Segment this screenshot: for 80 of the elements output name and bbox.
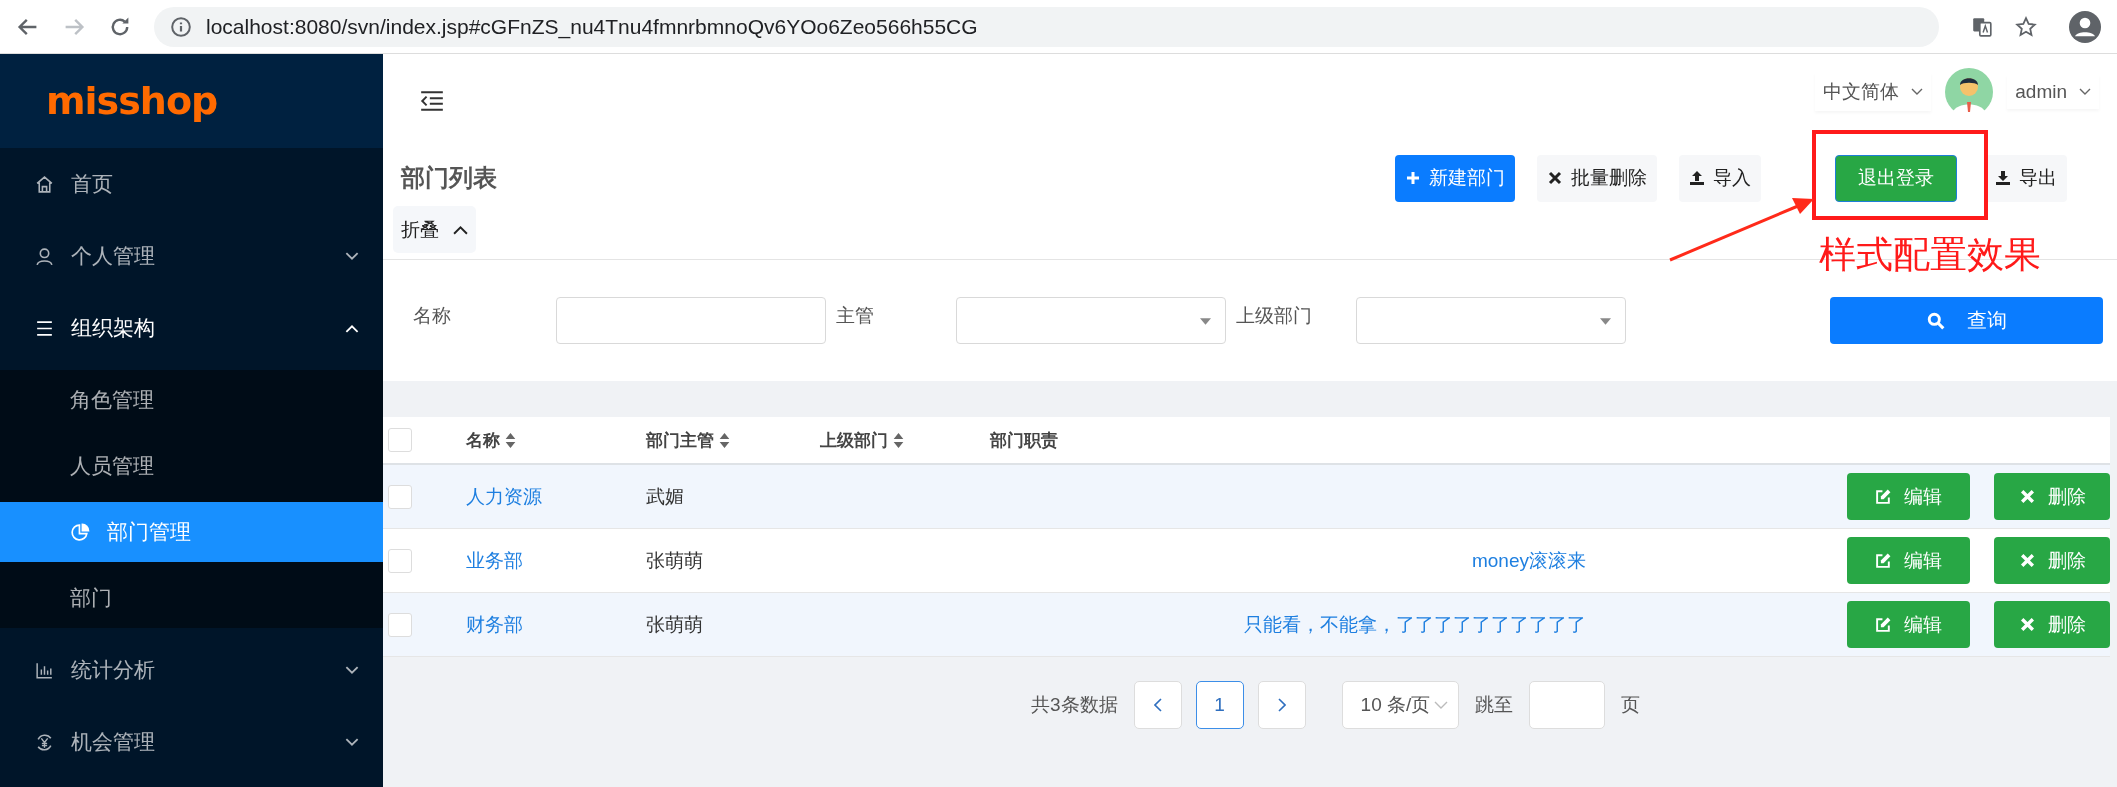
menu-item[interactable]: 统计分析 — [0, 634, 383, 706]
toolbar-button[interactable]: 导出 — [1985, 154, 2067, 202]
name-link[interactable]: 人力资源 — [466, 485, 542, 507]
search-button[interactable]: 查询 — [1830, 297, 2103, 344]
caret-icon — [1600, 318, 1611, 325]
menu-item[interactable]: 组织架构 — [0, 292, 383, 364]
address-bar[interactable]: localhost:8080/svn/index.jsp#cGFnZS_nu4Tnu4fmnrbmnoQv6YOo6Zeo566h55CG — [154, 6, 1939, 47]
chevron-down-icon — [1434, 701, 1449, 709]
submenu-item[interactable]: 部门 — [0, 568, 383, 628]
select-field[interactable] — [1356, 297, 1626, 344]
page-button[interactable]: 1 — [1195, 681, 1244, 729]
table-cell: 只能看，不能拿，了了了了了了了了了了 — [1244, 613, 1586, 635]
checkbox[interactable] — [388, 612, 412, 637]
table-cell: 武媚 — [646, 485, 684, 507]
table-cell: 张萌萌 — [646, 549, 703, 571]
caret-icon — [1200, 318, 1211, 325]
previous-page-button[interactable] — [1133, 681, 1182, 729]
page-suffix: 页 — [1621, 693, 1641, 717]
table-cell: money滚滚来 — [1471, 549, 1586, 571]
toolbar-button[interactable]: 新建部门 — [1395, 154, 1515, 202]
menu-item[interactable]: 个人管理 — [0, 220, 383, 292]
user-icon — [34, 245, 55, 267]
input-field[interactable] — [556, 297, 826, 344]
name-link[interactable]: 业务部 — [466, 549, 523, 571]
download-icon — [1995, 170, 2011, 186]
column-header[interactable]: 部门职责 — [990, 428, 1058, 452]
sort-icon[interactable] — [719, 432, 730, 448]
filter-label: 主管 — [836, 304, 875, 328]
column-header[interactable]: 部门主管 — [646, 428, 730, 452]
close-icon — [2018, 552, 2036, 569]
chevron-right-icon — [1277, 698, 1286, 712]
menu-item[interactable]: 机会管理 — [0, 706, 383, 778]
page-size-select[interactable]: 10 条/页 — [1341, 681, 1460, 729]
close-icon — [2018, 616, 2036, 633]
checkbox[interactable] — [388, 484, 412, 509]
chevron-down-icon — [1911, 88, 1924, 96]
info-icon — [170, 15, 192, 38]
pie-chart-icon — [70, 521, 91, 543]
sort-icon[interactable] — [893, 432, 904, 448]
menu-fold-icon[interactable] — [419, 90, 445, 112]
star-icon[interactable] — [2015, 15, 2037, 38]
page-input[interactable] — [1529, 681, 1606, 729]
chevron-down-icon — [2079, 88, 2091, 96]
collapse-button[interactable]: 折叠 — [393, 206, 476, 253]
name-link[interactable]: 财务部 — [466, 613, 523, 635]
table-cell: 张萌萌 — [646, 613, 703, 635]
total-count: 共3条数据 — [1031, 693, 1118, 717]
upload-icon — [1689, 170, 1705, 186]
url-text: localhost:8080/svn/index.jsp#cGFnZS_nu4Tnu4fmnrbmnoQv6YOo6Zeo566h55CG — [206, 14, 978, 39]
edit-icon — [1875, 616, 1892, 633]
filter-label: 上级部门 — [1236, 304, 1313, 328]
search-icon — [1926, 311, 1945, 330]
close-icon — [1547, 170, 1563, 186]
menu-item[interactable]: 首页 — [0, 148, 383, 220]
annotation-text: 样式配置效果 — [1819, 233, 2041, 277]
sort-icon[interactable] — [505, 432, 516, 448]
close-icon — [2018, 488, 2036, 505]
user-dropdown[interactable]: admin — [2007, 75, 2099, 109]
home-icon — [34, 173, 55, 195]
toolbar-button[interactable]: 导入 — [1679, 154, 1761, 202]
chevron-left-icon — [1153, 698, 1162, 712]
account-icon[interactable] — [2069, 10, 2101, 43]
plus-icon — [1405, 170, 1421, 186]
filter-label: 名称 — [413, 304, 452, 328]
toolbar-button[interactable]: 批量删除 — [1537, 154, 1657, 202]
select-field[interactable] — [956, 297, 1226, 344]
edit-icon — [1875, 552, 1892, 569]
column-header[interactable]: 上级部门 — [820, 428, 904, 452]
column-header[interactable]: 名称 — [466, 428, 516, 452]
checkbox[interactable] — [388, 548, 412, 573]
language-dropdown[interactable]: 中文简体 — [1815, 73, 1932, 111]
edit-icon — [1875, 488, 1892, 505]
next-page-button[interactable] — [1257, 681, 1306, 729]
translate-icon[interactable] — [1971, 15, 1993, 38]
page-title: 部门列表 — [401, 163, 497, 193]
avatar[interactable] — [1945, 68, 1994, 116]
jump-label: 跳至 — [1475, 693, 1514, 717]
checkbox[interactable] — [388, 428, 412, 452]
submenu-item[interactable]: 人员管理 — [0, 436, 383, 496]
submenu-item[interactable]: 角色管理 — [0, 370, 383, 430]
